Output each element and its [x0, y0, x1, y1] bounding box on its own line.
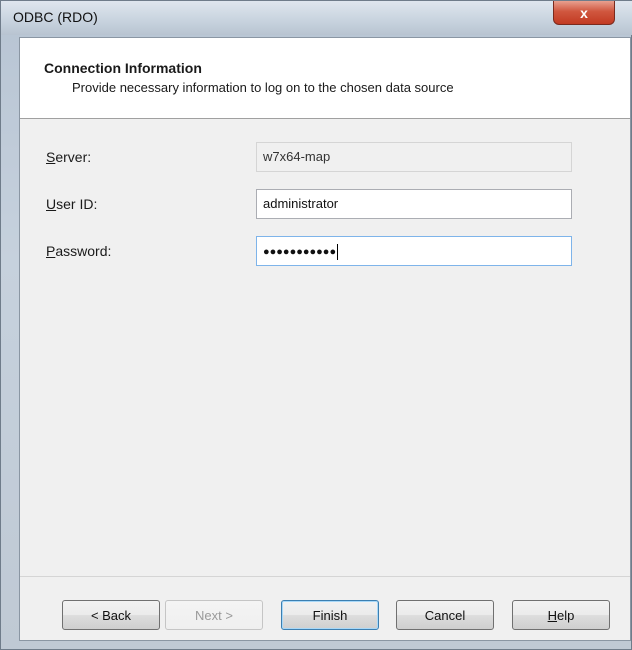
password-label: Password: — [46, 243, 111, 259]
close-button[interactable]: x — [553, 1, 615, 25]
next-button[interactable]: Next > — [165, 600, 263, 630]
server-label: Server: — [46, 149, 91, 165]
finish-button-label: Finish — [312, 607, 348, 623]
dialog-window: ODBC (RDO) x Connection Information Prov… — [0, 0, 632, 650]
page-subtitle: Provide necessary information to log on … — [72, 80, 454, 95]
server-label-text: erver: — [55, 149, 92, 165]
help-button[interactable]: Help — [512, 600, 610, 630]
password-label-mnemonic: P — [46, 243, 56, 259]
help-button-label: elp — [557, 607, 575, 623]
back-button-label: < Back — [90, 607, 132, 623]
window-title: ODBC (RDO) — [13, 9, 98, 25]
text-caret — [337, 243, 339, 260]
back-button[interactable]: < Back — [62, 600, 160, 630]
dialog-client-area: Connection Information Provide necessary… — [19, 37, 631, 641]
password-label-text: assword: — [55, 243, 112, 259]
user-id-value: administrator — [263, 196, 339, 211]
wizard-header: Connection Information Provide necessary… — [20, 38, 630, 119]
user-id-input[interactable]: administrator — [256, 189, 572, 219]
cancel-button-label: Cancel — [424, 607, 466, 623]
server-value: w7x64-map — [263, 149, 331, 164]
password-value: ●●●●●●●●●●● — [263, 246, 337, 258]
user-id-label: User ID: — [46, 196, 97, 212]
footer-divider — [20, 576, 630, 577]
cancel-button[interactable]: Cancel — [396, 600, 494, 630]
finish-button[interactable]: Finish — [281, 600, 379, 630]
next-button-label: Next > — [195, 607, 233, 623]
title-bar[interactable]: ODBC (RDO) x — [1, 1, 632, 35]
user-id-label-mnemonic: U — [46, 196, 57, 212]
page-title: Connection Information — [44, 60, 202, 76]
help-button-mnemonic: H — [547, 607, 558, 623]
close-icon: x — [580, 4, 588, 21]
password-input[interactable]: ●●●●●●●●●●● — [256, 236, 572, 266]
server-label-mnemonic: S — [46, 149, 56, 165]
user-id-label-text: ser ID: — [56, 196, 98, 212]
server-field: w7x64-map — [256, 142, 572, 172]
